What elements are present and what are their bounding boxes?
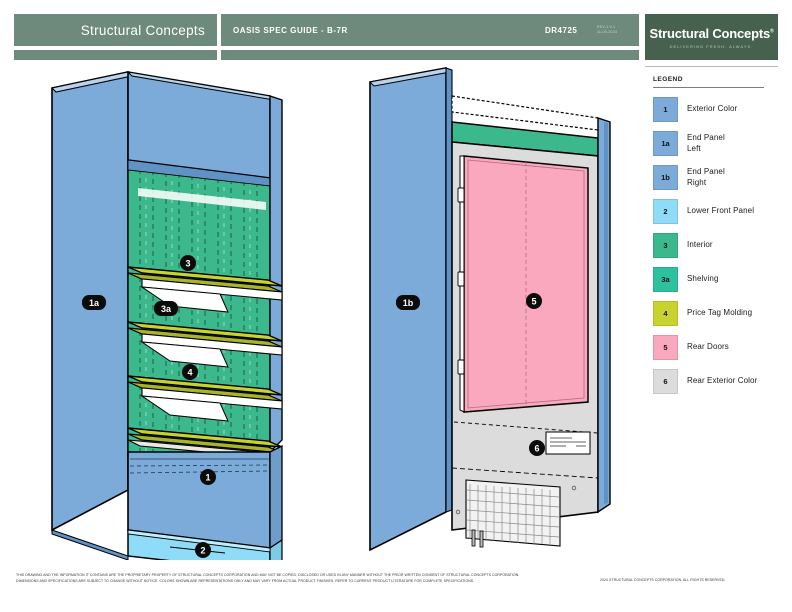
legend-label-2: Lower Front Panel bbox=[687, 206, 755, 216]
legend-item-1[interactable]: 1 Exterior Color bbox=[653, 97, 778, 122]
svg-text:1b: 1b bbox=[403, 298, 414, 308]
spec-guide-title: OASIS SPEC GUIDE - B-7R bbox=[233, 25, 348, 35]
disclaimer-line-2: DIMENSIONS AND SPECIFICATIONS ARE SUBJEC… bbox=[16, 579, 475, 584]
footer-disclaimer: THIS DRAWING AND THE INFORMATION IT CONT… bbox=[16, 572, 576, 585]
svg-text:5: 5 bbox=[531, 297, 536, 307]
revision-line-2: 11-05-2024 bbox=[597, 30, 618, 34]
callout-2: 2 bbox=[195, 542, 211, 558]
revision-stamp: REV-1.0.1 11-05-2024 bbox=[597, 14, 617, 46]
logo-name: Structural Concepts® bbox=[649, 25, 774, 41]
legend-item-1a[interactable]: 1a End Panel Left bbox=[653, 131, 778, 156]
callout-5: 5 bbox=[526, 293, 542, 309]
legend-label-5: Rear Doors bbox=[687, 342, 729, 352]
trademark-icon: ® bbox=[769, 28, 774, 35]
page-header: Structural Concepts OASIS SPEC GUIDE - B… bbox=[0, 14, 792, 60]
legend-label-1a: End Panel Left bbox=[687, 132, 725, 153]
legend-label-6: Rear Exterior Color bbox=[687, 376, 758, 386]
legend-swatch-4: 4 bbox=[653, 301, 678, 326]
legend-item-4[interactable]: 4 Price Tag Molding bbox=[653, 301, 778, 326]
rear-view-drawing: 1b 5 6 bbox=[360, 60, 640, 560]
spec-sheet-page: Structural Concepts OASIS SPEC GUIDE - B… bbox=[0, 0, 792, 612]
header-brand-text: Structural Concepts bbox=[80, 22, 205, 38]
legend-label-3a: Shelving bbox=[687, 274, 719, 284]
legend-item-6[interactable]: 6 Rear Exterior Color bbox=[653, 369, 778, 394]
header-spec-underband bbox=[221, 50, 639, 60]
callout-1a: 1a bbox=[82, 295, 106, 310]
svg-text:1: 1 bbox=[205, 473, 210, 483]
legend-item-3[interactable]: 3 Interior bbox=[653, 233, 778, 258]
svg-text:2: 2 bbox=[200, 546, 205, 556]
legend-swatch-3a: 3a bbox=[653, 267, 678, 292]
legend-swatch-2: 2 bbox=[653, 199, 678, 224]
callout-4: 4 bbox=[182, 364, 198, 380]
header-brand-band: Structural Concepts bbox=[14, 14, 217, 46]
legend-title: LEGEND bbox=[653, 76, 683, 83]
callout-3a: 3a bbox=[154, 301, 178, 316]
legend-panel: LEGEND 1 Exterior Color 1a End Panel Lef… bbox=[645, 66, 778, 506]
footer-copyright: 2024 STRUCTURAL CONCEPTS CORPORATION. AL… bbox=[600, 578, 726, 582]
legend-label-1: Exterior Color bbox=[687, 104, 738, 114]
legend-swatch-1: 1 bbox=[653, 97, 678, 122]
legend-label-3: Interior bbox=[687, 240, 713, 250]
svg-text:1a: 1a bbox=[89, 298, 100, 308]
legend-item-3a[interactable]: 3a Shelving bbox=[653, 267, 778, 292]
page-footer: THIS DRAWING AND THE INFORMATION IT CONT… bbox=[0, 566, 792, 606]
legend-label-4: Price Tag Molding bbox=[687, 308, 753, 318]
legend-item-5[interactable]: 5 Rear Doors bbox=[653, 335, 778, 360]
legend-swatch-6: 6 bbox=[653, 369, 678, 394]
company-logo: Structural Concepts® DELIVERING FRESH. A… bbox=[645, 14, 778, 60]
svg-text:3: 3 bbox=[185, 259, 190, 269]
callout-1b: 1b bbox=[396, 295, 420, 310]
legend-label-1b: End Panel Right bbox=[687, 166, 725, 187]
legend-swatch-5: 5 bbox=[653, 335, 678, 360]
legend-swatch-1b: 1b bbox=[653, 165, 678, 190]
logo-tagline: DELIVERING FRESH. ALWAYS. bbox=[669, 43, 754, 49]
callout-3: 3 bbox=[180, 255, 196, 271]
callout-6: 6 bbox=[529, 440, 545, 456]
svg-text:6: 6 bbox=[534, 444, 539, 454]
legend-divider bbox=[653, 87, 764, 88]
legend-item-2[interactable]: 2 Lower Front Panel bbox=[653, 199, 778, 224]
svg-text:4: 4 bbox=[187, 368, 192, 378]
drawing-code: DR4725 bbox=[545, 25, 578, 35]
svg-text:3a: 3a bbox=[161, 304, 172, 314]
front-view-drawing: 1a 3 3a 4 1 2 bbox=[20, 60, 340, 560]
legend-swatch-3: 3 bbox=[653, 233, 678, 258]
legend-item-1b[interactable]: 1b End Panel Right bbox=[653, 165, 778, 190]
header-brand-underband bbox=[14, 50, 217, 60]
callout-1: 1 bbox=[200, 469, 216, 485]
legend-swatch-1a: 1a bbox=[653, 131, 678, 156]
